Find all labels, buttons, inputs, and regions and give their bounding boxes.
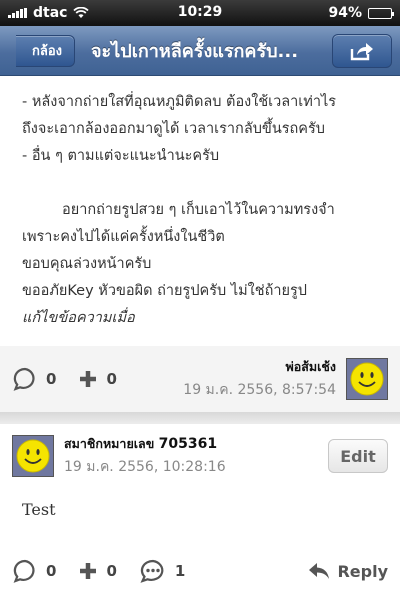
comment-text: Test <box>22 500 56 519</box>
reply-count: 1 <box>174 562 186 580</box>
comment-author[interactable]: สมาชิกหมายเลข 705361 <box>64 434 226 454</box>
section-divider <box>0 412 400 424</box>
battery-percent: 94% <box>328 5 362 21</box>
plus-icon <box>80 371 97 387</box>
plus-count: 0 <box>106 562 117 580</box>
comment-author-number: 705361 <box>158 436 218 452</box>
plus-one-button[interactable]: 0 <box>78 369 117 389</box>
post-line: อยากถ่ายรูปสวย ๆ เก็บเอาไว้ในความทรงจำ <box>62 202 335 218</box>
share-icon <box>350 42 373 60</box>
comment-count-button[interactable]: 0 <box>12 558 56 584</box>
post-timestamp: 19 ม.ค. 2556, 8:57:54 <box>183 382 336 398</box>
plus-count: 0 <box>106 370 117 388</box>
status-right: 94% <box>328 5 394 21</box>
wifi-icon <box>73 7 90 18</box>
smiley-avatar-icon <box>16 439 50 473</box>
navigation-bar: กล้อง จะไปเกาหลีครั้งแรกครับ... <box>0 26 400 76</box>
replies-button[interactable]: 1 <box>139 558 185 584</box>
post-line: ถึงจะเอากล้องออกมาดูได้ เวลาเรากลับขึ้นร… <box>22 121 325 137</box>
avatar[interactable] <box>346 358 388 400</box>
post-line: ขออภัยKey หัวขอผิด ถ่ายรูปครับ ไม่ใช่ถ้า… <box>22 283 308 299</box>
post-line: - หลังจากถ่ายใสที่อุณหภูมิติดลบ ต้องใช้เ… <box>22 94 337 110</box>
status-bar: dtac 10:29 94% <box>0 0 400 26</box>
status-left: dtac <box>8 5 90 21</box>
plus-icon <box>80 563 97 579</box>
page-title: จะไปเกาหลีครั้งแรกครับ... <box>91 41 299 62</box>
share-button[interactable] <box>332 33 392 68</box>
avatar[interactable] <box>12 435 54 477</box>
post-footer: 0 0 พ่อส้มเช้ง 19 ม.ค. 2556, 8:57:54 <box>0 346 400 412</box>
smiley-avatar-icon <box>350 362 384 396</box>
back-button-label: กล้อง <box>32 44 62 59</box>
reply-label: Reply <box>337 561 388 581</box>
comment-header: สมาชิกหมายเลข 705361 19 ม.ค. 2556, 10:28… <box>12 432 388 480</box>
comment-footer: 0 0 1 Reply <box>0 548 400 594</box>
carrier-label: dtac <box>33 5 68 21</box>
signal-icon <box>8 8 27 18</box>
comment-timestamp: 19 ม.ค. 2556, 10:28:16 <box>64 459 226 475</box>
post-line: - อื่น ๆ ตามแต่จะแนะนำนะครับ <box>22 148 220 164</box>
post-line: ขอบคุณล่วงหน้าครับ <box>22 256 152 272</box>
post-line <box>22 76 378 89</box>
comment-item: สมาชิกหมายเลข 705361 19 ม.ค. 2556, 10:28… <box>0 424 400 600</box>
edited-note: แก้ไขข้อความเมื่อ <box>22 310 135 326</box>
post-author[interactable]: พ่อส้มเช้ง <box>183 357 336 377</box>
post-line: เพราะคงไปได้แค่ครั้งหนึ่งในชีวิต <box>22 229 225 245</box>
comment-count: 0 <box>46 562 57 580</box>
comment-dots-icon <box>140 559 164 583</box>
comment-bubble-icon <box>13 559 35 583</box>
back-button[interactable]: กล้อง <box>16 34 75 67</box>
post-body: - หลังจากถ่ายใสที่อุณหภูมิติดลบ ต้องใช้เ… <box>0 76 400 346</box>
edit-button[interactable]: Edit <box>328 439 388 473</box>
comment-count-button[interactable]: 0 <box>12 366 56 392</box>
battery-icon <box>368 7 394 19</box>
reply-button[interactable]: Reply <box>307 561 388 581</box>
comment-meta: สมาชิกหมายเลข 705361 19 ม.ค. 2556, 10:28… <box>64 434 226 478</box>
reply-arrow-icon <box>309 563 330 579</box>
post-author-block: พ่อส้มเช้ง 19 ม.ค. 2556, 8:57:54 <box>183 357 336 401</box>
comment-count: 0 <box>46 370 57 388</box>
plus-one-button[interactable]: 0 <box>78 561 117 581</box>
comment-author-prefix: สมาชิกหมายเลข <box>64 436 155 451</box>
comment-bubble-icon <box>13 367 35 391</box>
